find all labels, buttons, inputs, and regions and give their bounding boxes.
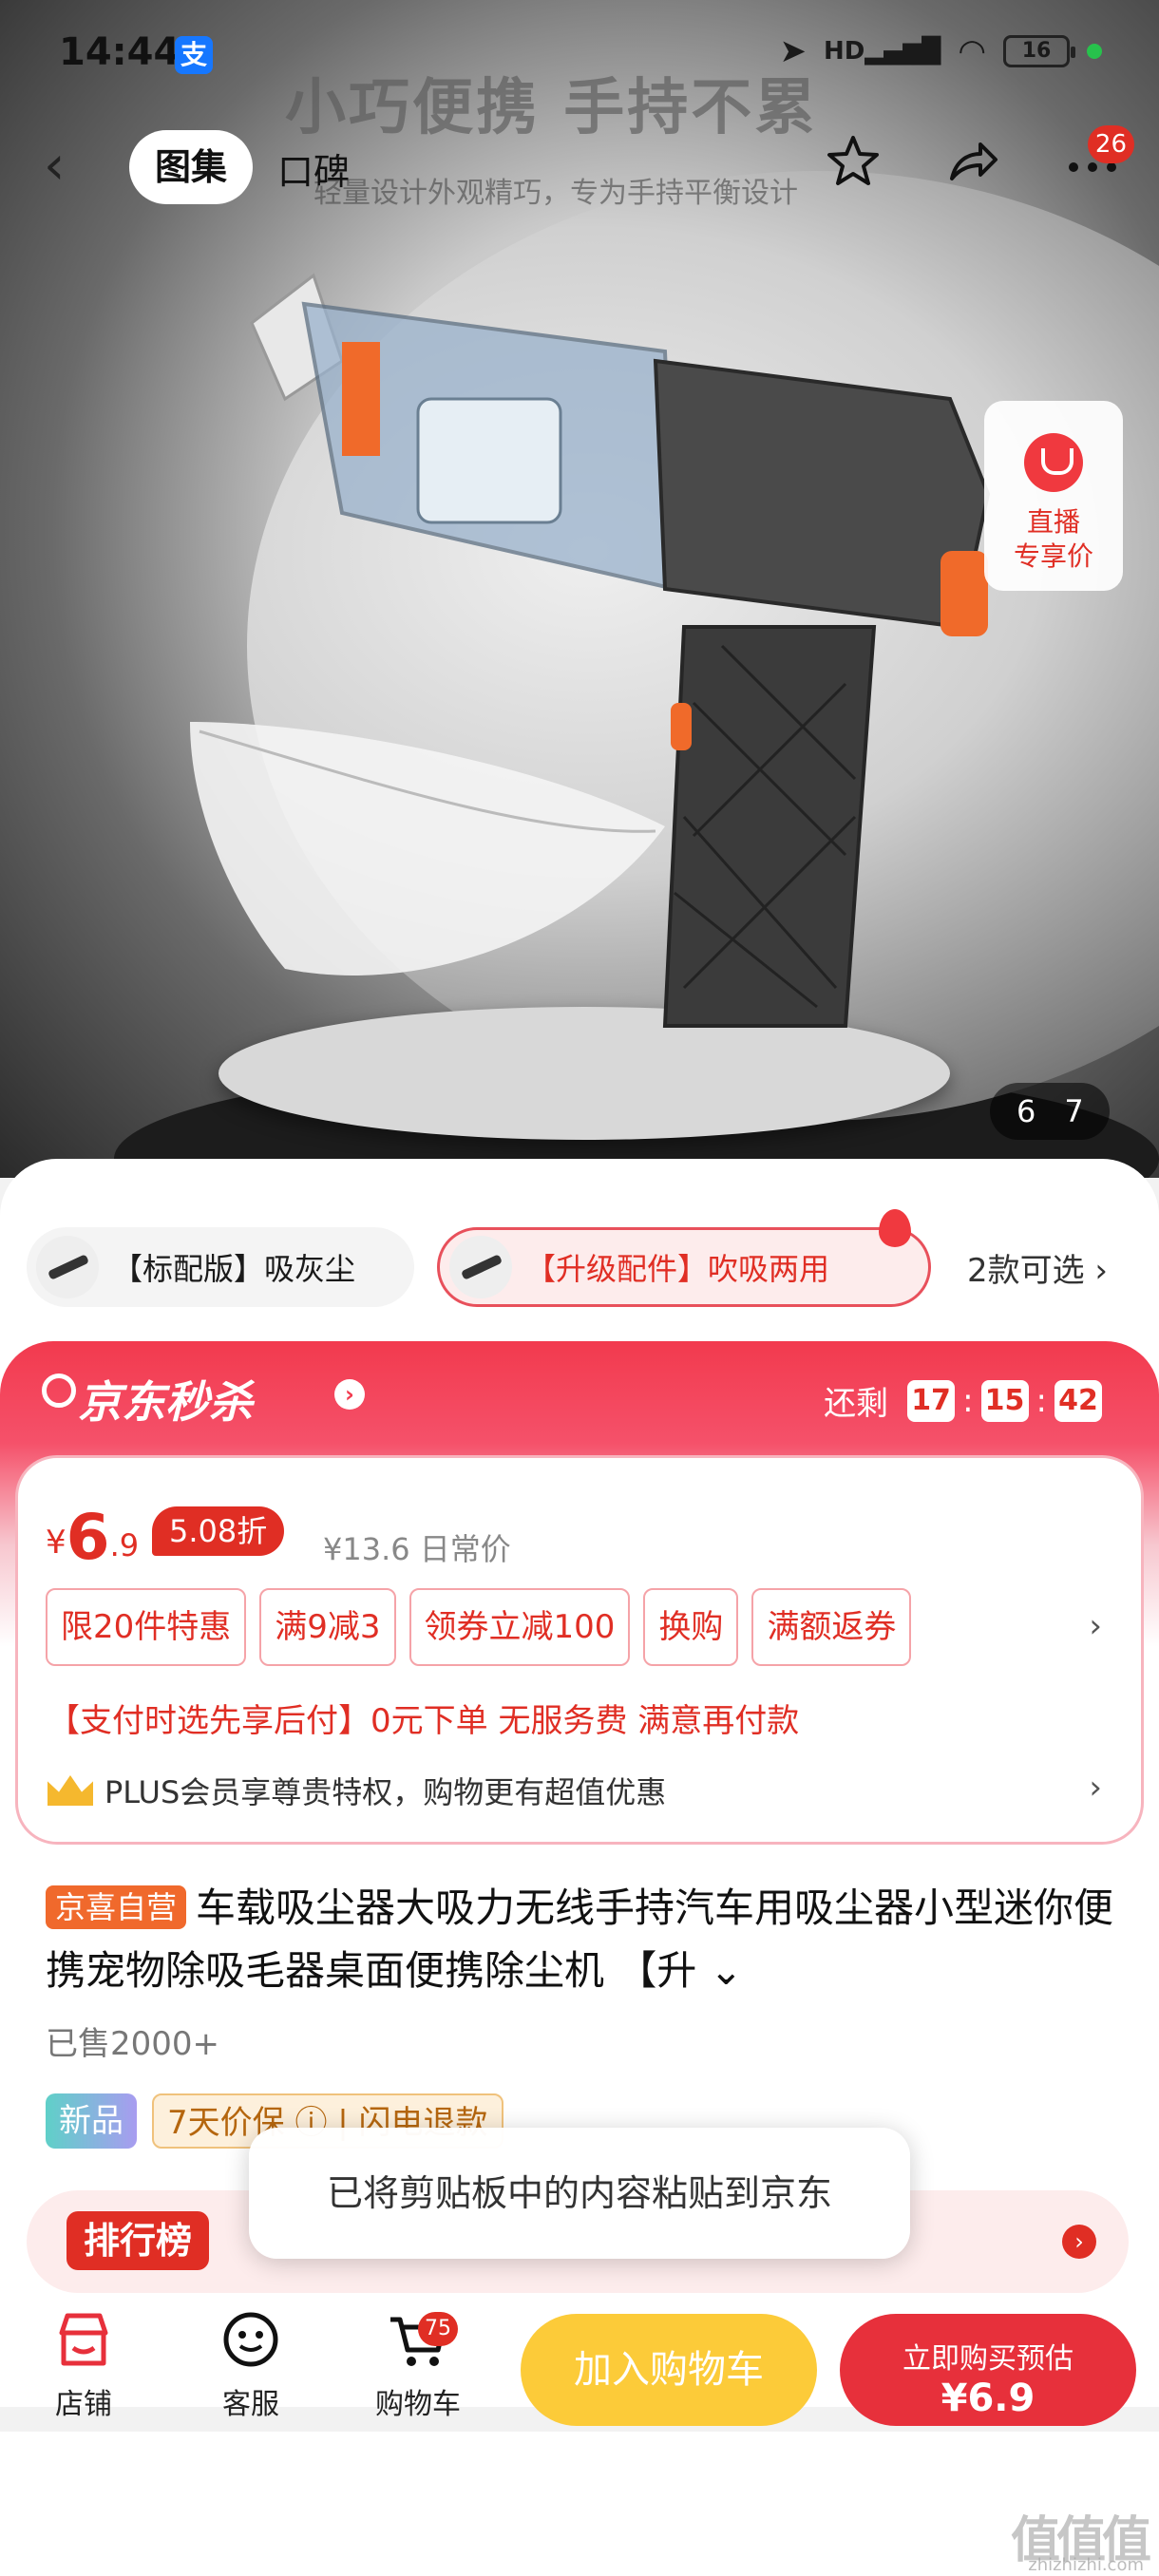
image-counter: 67	[990, 1083, 1110, 1140]
battery-icon: 16	[1003, 35, 1075, 67]
crown-icon	[48, 1775, 93, 1806]
cart-label: 购物车	[375, 2388, 461, 2421]
sku-more-link[interactable]: 2款可选 ›	[967, 1244, 1108, 1291]
product-title-text: 车载吸尘器大吸力无线手持汽车用吸尘器小型迷你便携宠物除吸毛器桌面便携除尘机 【升…	[46, 1885, 1114, 1994]
chevron-right-icon[interactable]: ›	[1089, 1607, 1102, 1645]
plus-member-text: PLUS会员享尊贵特权，购物更有超值优惠	[104, 1774, 667, 1810]
flash-sale-title[interactable]: 京东秒杀	[78, 1368, 253, 1430]
status-time: 14:44	[59, 30, 180, 74]
shop-button[interactable]: 店铺	[27, 2306, 141, 2422]
cart-count-badge: 75	[418, 2312, 458, 2346]
flash-sale-logo-icon	[42, 1373, 76, 1408]
promo-tag[interactable]: 满9减3	[259, 1588, 396, 1666]
sku-option-label: 【标配版】吸灰尘	[112, 1251, 356, 1287]
sold-count: 已售2000+	[46, 2025, 220, 2063]
sku-thumbnail	[36, 1236, 99, 1298]
promo-tag[interactable]: 换购	[643, 1588, 739, 1666]
countdown-minutes: 15	[980, 1379, 1029, 1422]
countdown-label: 还剩	[824, 1385, 889, 1423]
clipboard-toast: 已将剪贴板中的内容粘贴到京东	[249, 2128, 910, 2259]
system-navigation-bar	[0, 2432, 1159, 2576]
tab-gallery[interactable]: 图集	[129, 130, 253, 204]
shop-label: 店铺	[55, 2388, 112, 2421]
chevron-right-icon[interactable]: ›	[1089, 1769, 1102, 1807]
countdown-seconds: 42	[1054, 1379, 1102, 1422]
share-icon[interactable]	[944, 133, 1001, 190]
hot-flame-icon	[879, 1209, 911, 1247]
status-icons: ➤ HD▂▄▆█ ◠ 16	[779, 32, 1102, 70]
message-count-badge: 26	[1087, 125, 1134, 163]
plus-member-row[interactable]: PLUS会员享尊贵特权，购物更有超值优惠	[48, 1769, 666, 1812]
customer-service-button[interactable]: 客服	[194, 2306, 308, 2422]
chevron-right-icon[interactable]: ›	[334, 1379, 365, 1410]
shop-icon	[59, 2313, 108, 2366]
nav-actions	[825, 133, 1121, 190]
sku-option-standard[interactable]: 【标配版】吸灰尘	[27, 1227, 414, 1307]
live-icon	[1024, 433, 1083, 492]
countdown-hours: 17	[907, 1379, 956, 1422]
product-title[interactable]: 京喜自营 车载吸尘器大吸力无线手持汽车用吸尘器小型迷你便携宠物除吸毛器桌面便携除尘…	[46, 1877, 1129, 2002]
pay-later-notice[interactable]: 【支付时选先享后付】0元下单 无服务费 满意再付款	[48, 1695, 799, 1741]
promo-tags: 限20件特惠 满9减3 领券立减100 换购 满额返券	[46, 1588, 912, 1666]
flash-price: ¥ 6 .9	[46, 1501, 140, 1574]
flash-countdown: 还剩 17: 15: 42	[824, 1377, 1102, 1424]
self-operated-tag: 京喜自营	[46, 1885, 187, 1929]
live-price-label: 专享价	[1013, 540, 1093, 572]
wifi-icon: ◠	[958, 32, 986, 70]
sku-option-upgrade[interactable]: 【升级配件】吹吸两用	[437, 1209, 931, 1307]
privacy-indicator	[1087, 44, 1102, 59]
alipay-icon: 支	[175, 36, 213, 74]
live-price-card[interactable]: 直播 专享价	[984, 401, 1123, 591]
buy-now-label: 立即购买预估	[902, 2342, 1074, 2376]
buy-now-price: ¥6.9	[940, 2377, 1036, 2420]
live-label: 直播	[1026, 506, 1080, 538]
discount-badge: 5.08折	[152, 1506, 285, 1556]
new-product-tag: 新品	[46, 2093, 137, 2149]
sku-thumbnail	[449, 1236, 512, 1298]
original-price: ¥13.6 日常价	[323, 1531, 511, 1567]
location-icon: ➤	[779, 32, 808, 70]
watermark-url: zhizhizhi.com	[1028, 2555, 1144, 2575]
status-bar: 14:44 支 ➤ HD▂▄▆█ ◠ 16	[0, 0, 1159, 104]
sku-option-label: 【升级配件】吹吸两用	[525, 1251, 830, 1287]
promo-tag[interactable]: 限20件特惠	[46, 1588, 247, 1666]
promo-tag[interactable]: 领券立减100	[408, 1588, 631, 1666]
chevron-right-icon[interactable]: ›	[1062, 2225, 1096, 2259]
favorite-star-icon[interactable]	[825, 133, 882, 190]
back-icon[interactable]: ‹	[44, 140, 65, 193]
tab-reviews[interactable]: 口碑	[277, 142, 350, 195]
promo-tag[interactable]: 满额返券	[751, 1588, 912, 1666]
add-to-cart-button[interactable]: 加入购物车	[521, 2314, 817, 2426]
signal-icon: HD▂▄▆█	[824, 37, 941, 66]
ranking-label: 排行榜	[66, 2211, 210, 2270]
service-label: 客服	[222, 2388, 279, 2421]
service-face-icon	[223, 2312, 278, 2367]
buy-now-button[interactable]: 立即购买预估 ¥6.9	[840, 2314, 1136, 2426]
